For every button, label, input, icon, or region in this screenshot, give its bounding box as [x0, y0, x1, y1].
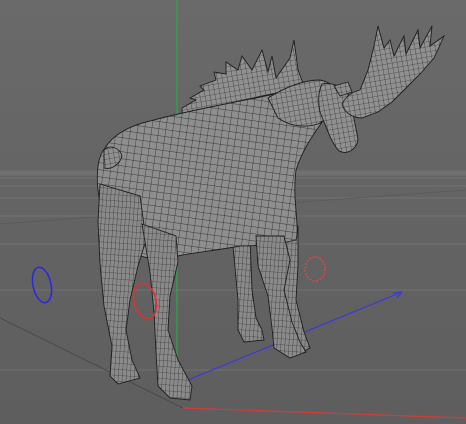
- antler-right[interactable]: [341, 25, 446, 119]
- moose-model[interactable]: [96, 25, 446, 401]
- red-handle-dashed[interactable]: [304, 256, 326, 282]
- 3d-viewport[interactable]: [0, 0, 466, 424]
- blue-handle-left[interactable]: [29, 266, 54, 305]
- viewport-canvas[interactable]: [0, 0, 466, 424]
- x-axis-line: [182, 407, 466, 419]
